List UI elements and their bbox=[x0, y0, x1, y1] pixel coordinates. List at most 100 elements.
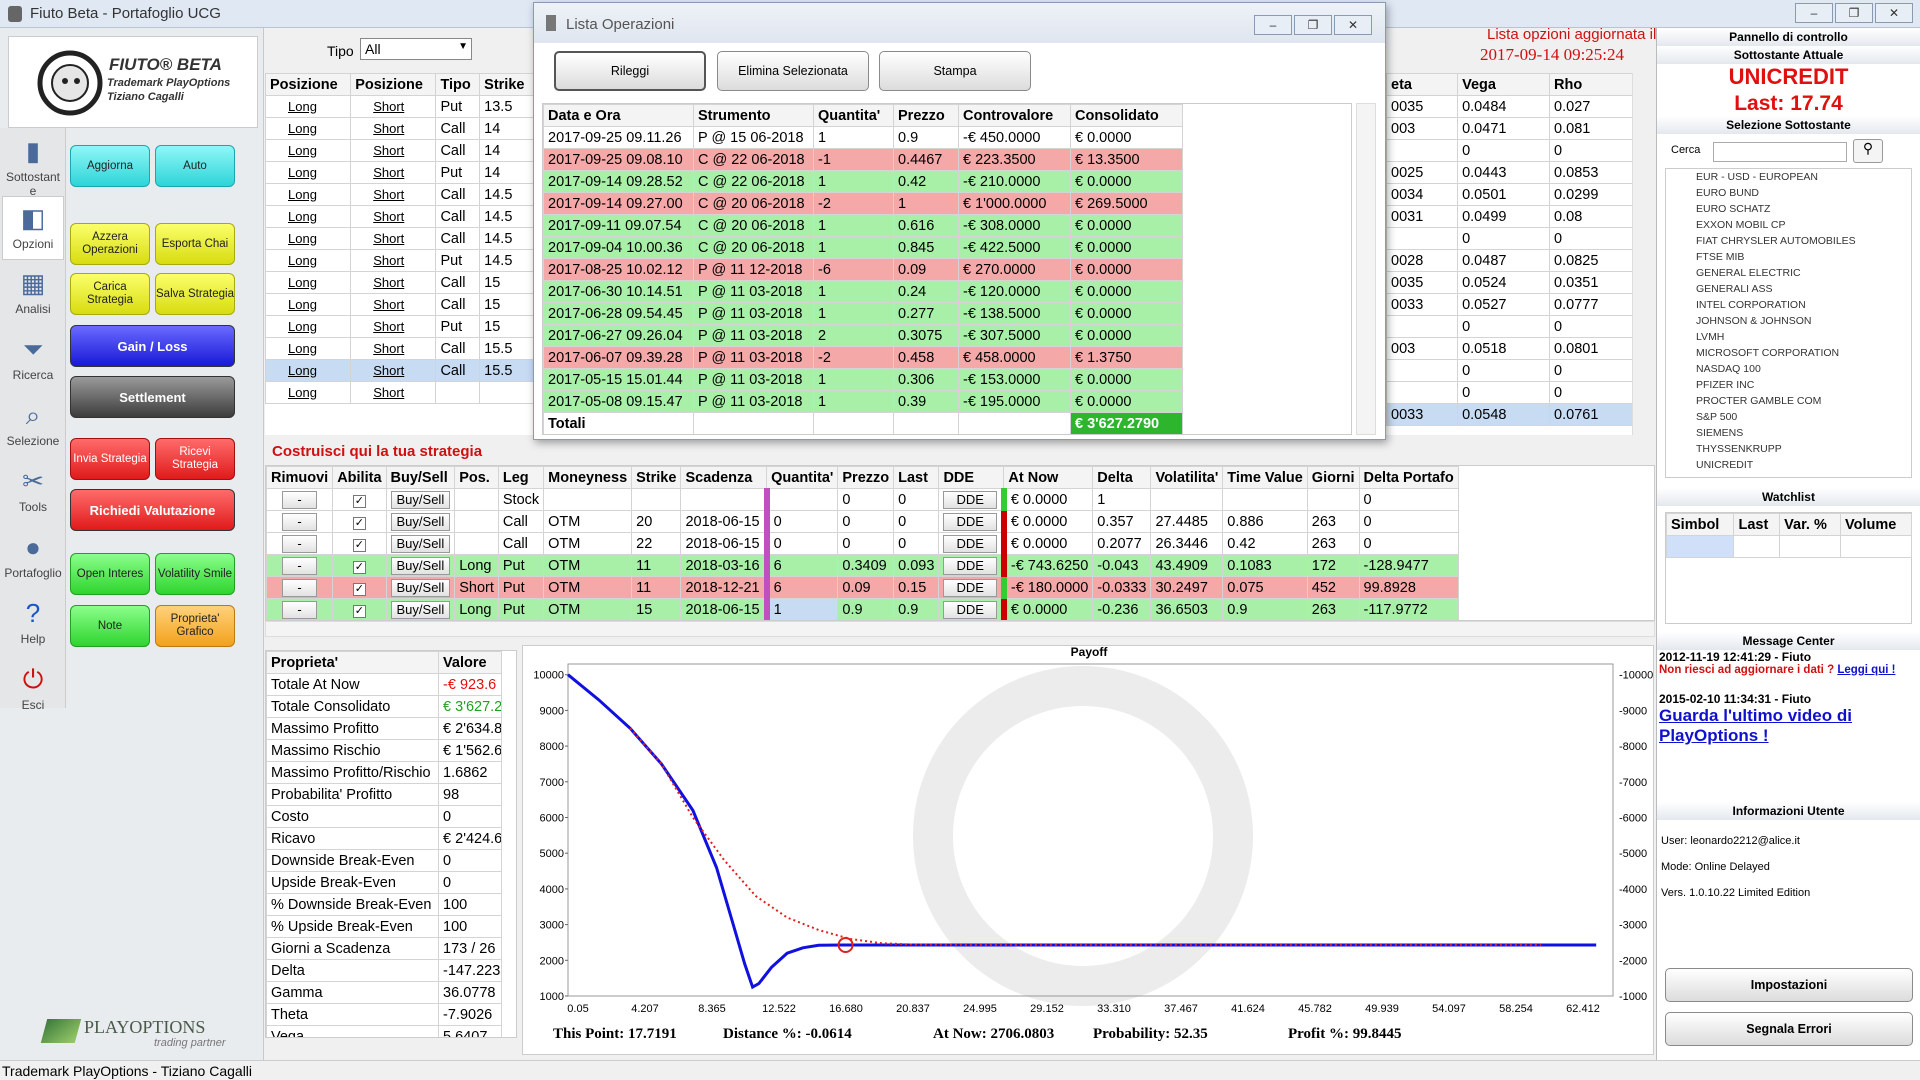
strategy-row[interactable]: - ✓ Buy/Sell Call OTM 20 2018-06-15 0 0 0 DDE € 0.0… bbox=[266, 510, 1459, 533]
table-row[interactable]: Long Short Put 14 bbox=[265, 161, 535, 184]
nav-item-8[interactable]: ⏻ Esci bbox=[2, 658, 64, 722]
table-row[interactable]: Long Short Put 15 bbox=[265, 315, 535, 338]
position-button[interactable]: Short bbox=[355, 99, 422, 115]
column-header[interactable]: Delta bbox=[1092, 466, 1152, 489]
column-header[interactable]: DDE bbox=[938, 466, 1005, 489]
position-button[interactable]: Short bbox=[355, 121, 422, 137]
position-button[interactable]: Long bbox=[270, 253, 335, 269]
remove-button[interactable]: - bbox=[282, 600, 317, 619]
remove-button[interactable]: - bbox=[282, 534, 317, 553]
buysell-cell[interactable]: Buy/Sell bbox=[385, 576, 456, 599]
table-row[interactable]: 2017-06-07 09.39.28 P @ 11 03-2018 -2 0.458… bbox=[543, 346, 1183, 369]
table-row[interactable]: Long Short Call 14 bbox=[265, 139, 535, 162]
table-cell[interactable]: 6 bbox=[763, 554, 839, 577]
table-row[interactable]: 003 0.0518 0.0801 bbox=[1386, 337, 1642, 360]
table-row[interactable]: 2017-05-15 15.01.44 P @ 11 03-2018 1 0.306-… bbox=[543, 368, 1183, 391]
ricevi-strategia-button[interactable]: Ricevi Strategia bbox=[155, 438, 235, 480]
enable-checkbox[interactable]: ✓ bbox=[352, 560, 366, 574]
aggiorna-button[interactable]: Aggiorna bbox=[70, 145, 150, 187]
azzera-operazioni-button[interactable]: Azzera Operazioni bbox=[70, 223, 150, 265]
position-button[interactable]: Short bbox=[355, 253, 422, 269]
nav-item-4[interactable]: ⌕ Selezione bbox=[2, 394, 64, 458]
table-row[interactable]: 00 bbox=[1386, 227, 1642, 250]
carica-strategia-button[interactable]: Carica Strategia bbox=[70, 273, 150, 315]
table-cell[interactable]: Short bbox=[350, 161, 437, 184]
sottostante-list-item[interactable]: PFIZER INC bbox=[1696, 377, 1911, 393]
sottostante-list-item[interactable]: S&P 500 bbox=[1696, 409, 1911, 425]
column-header[interactable]: Simbol bbox=[1665, 513, 1735, 536]
dde-cell[interactable]: DDE bbox=[938, 488, 1005, 511]
table-cell[interactable]: Short bbox=[350, 139, 437, 162]
strategy-row[interactable]: - ✓ Buy/Sell Long Put OTM 11 2018-03-16 6 0.3409 0… bbox=[266, 554, 1459, 577]
remove-button[interactable]: - bbox=[282, 490, 317, 509]
buy-sell-button[interactable]: Buy/Sell bbox=[390, 490, 451, 509]
buysell-cell[interactable]: Buy/Sell bbox=[385, 488, 456, 511]
nav-item-2[interactable]: ▦ Analisi bbox=[2, 262, 64, 326]
nav-item-7[interactable]: ? Help bbox=[2, 592, 64, 656]
strategy-row[interactable]: - ✓ Buy/Sell Long Put OTM 15 2018-06-15 1 0.9 0.9 D… bbox=[266, 598, 1459, 620]
buysell-cell[interactable]: Buy/Sell bbox=[385, 532, 456, 555]
column-header[interactable]: Strike bbox=[631, 466, 682, 489]
sottostante-list-item[interactable]: EXXON MOBIL CP bbox=[1696, 217, 1911, 233]
position-button[interactable]: Long bbox=[270, 385, 335, 401]
column-header[interactable]: Var. % bbox=[1779, 513, 1842, 536]
table-row[interactable]: 00 bbox=[1386, 139, 1642, 162]
enable-checkbox[interactable]: ✓ bbox=[352, 516, 366, 530]
sottostante-list-item[interactable]: EURO BUND bbox=[1696, 185, 1911, 201]
table-cell[interactable]: Short bbox=[350, 95, 437, 118]
strategy-row[interactable]: - ✓ Buy/Sell Stock 0 0 DDE € 0.0000 1 0 bbox=[266, 488, 1459, 511]
table-row[interactable]: Long Short Call 14.5 bbox=[265, 227, 535, 250]
table-row[interactable]: 0033 0.0548 0.0761 bbox=[1386, 403, 1642, 426]
position-button[interactable]: Short bbox=[355, 143, 422, 159]
column-header[interactable]: Delta Portafo bbox=[1358, 466, 1459, 489]
table-cell[interactable] bbox=[763, 488, 839, 511]
dde-button[interactable]: DDE bbox=[943, 512, 997, 531]
position-button[interactable]: Short bbox=[355, 385, 422, 401]
sottostante-list-item[interactable]: ETF bbox=[1696, 473, 1911, 477]
dde-cell[interactable]: DDE bbox=[938, 510, 1005, 533]
table-cell[interactable]: 6 bbox=[763, 576, 839, 599]
table-cell[interactable]: Short bbox=[350, 249, 437, 272]
sottostante-list-item[interactable]: JOHNSON & JOHNSON bbox=[1696, 313, 1911, 329]
remove-button[interactable]: - bbox=[282, 512, 317, 531]
table-row[interactable]: 2017-06-28 09.54.45 P @ 11 03-2018 1 0.277-… bbox=[543, 302, 1183, 325]
table-cell[interactable]: Long bbox=[265, 183, 352, 206]
dde-cell[interactable]: DDE bbox=[938, 554, 1005, 577]
table-cell[interactable]: Long bbox=[265, 381, 352, 404]
column-header[interactable]: Consolidato bbox=[1070, 104, 1183, 127]
strategy-row[interactable]: - ✓ Buy/Sell Short Put OTM 11 2018-12-21 6 0.09 0.… bbox=[266, 576, 1459, 599]
table-cell[interactable]: Short bbox=[350, 359, 437, 382]
position-button[interactable]: Long bbox=[270, 297, 335, 313]
nav-item-3[interactable]: ⏷ Ricerca bbox=[2, 328, 64, 392]
dde-button[interactable]: DDE bbox=[943, 578, 997, 597]
table-row[interactable]: 2017-08-25 10.02.12 P @ 11 12-2018 -6 0.09 €… bbox=[543, 258, 1183, 281]
table-cell[interactable]: Short bbox=[350, 381, 437, 404]
enable-cell[interactable]: ✓ bbox=[332, 488, 387, 511]
remove-cell[interactable]: - bbox=[266, 554, 334, 577]
search-icon[interactable]: ⚲ bbox=[1853, 139, 1883, 163]
remove-cell[interactable]: - bbox=[266, 598, 334, 620]
table-row[interactable]: 00 bbox=[1386, 381, 1642, 404]
buy-sell-button[interactable]: Buy/Sell bbox=[390, 556, 451, 575]
salva-strategia-button[interactable]: Salva Strategia bbox=[155, 273, 235, 315]
sottostante-list-item[interactable]: EURO SCHATZ bbox=[1696, 201, 1911, 217]
segnala-errori-button[interactable]: Segnala Errori bbox=[1665, 1012, 1913, 1046]
rileggi-button[interactable]: Rileggi bbox=[554, 51, 706, 91]
elimina-selezionata-button[interactable]: Elimina Selezionata bbox=[717, 51, 869, 91]
sottostante-list-item[interactable]: INTEL CORPORATION bbox=[1696, 297, 1911, 313]
table-cell[interactable]: Short bbox=[350, 271, 437, 294]
modal-close-button[interactable]: ✕ bbox=[1334, 15, 1372, 35]
sottostante-list-item[interactable]: GENERALI ASS bbox=[1696, 281, 1911, 297]
sottostante-list-item[interactable]: LVMH bbox=[1696, 329, 1911, 345]
table-cell[interactable]: Long bbox=[265, 205, 352, 228]
options-scrollbar[interactable] bbox=[1632, 73, 1648, 435]
column-header[interactable]: Quantita' bbox=[766, 466, 839, 489]
table-cell[interactable]: Long bbox=[265, 337, 352, 360]
column-header[interactable]: At Now bbox=[1003, 466, 1094, 489]
sottostante-list-item[interactable]: MICROSOFT CORPORATION bbox=[1696, 345, 1911, 361]
dde-cell[interactable]: DDE bbox=[938, 532, 1005, 555]
position-button[interactable]: Short bbox=[355, 297, 422, 313]
dde-button[interactable]: DDE bbox=[943, 490, 997, 509]
column-header[interactable]: Last bbox=[893, 466, 940, 489]
table-row[interactable]: Long Short Call 14.5 bbox=[265, 205, 535, 228]
